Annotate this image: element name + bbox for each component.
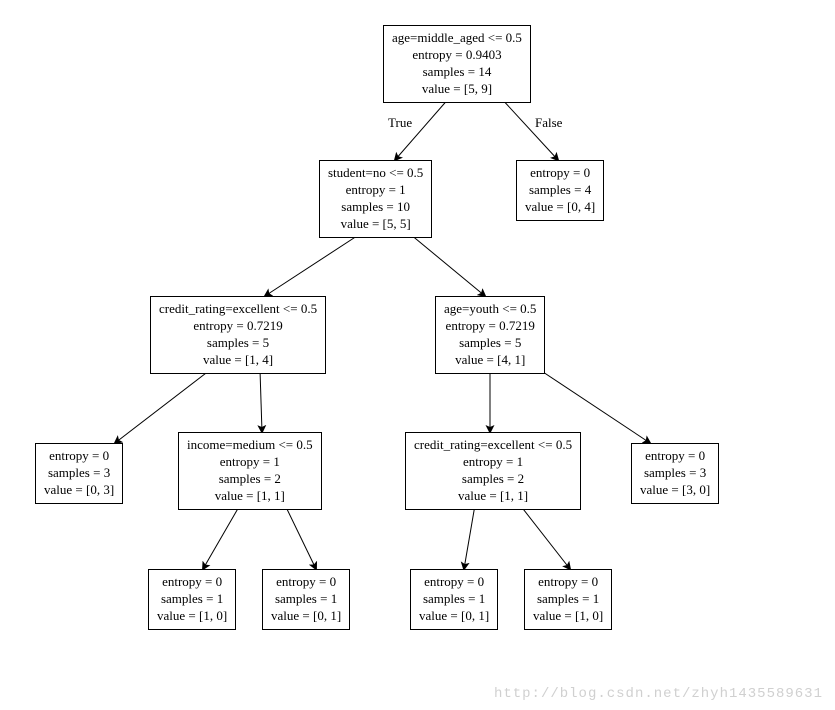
tree-leaf: entropy = 0 samples = 1 value = [1, 0] (524, 569, 612, 630)
node-entropy: entropy = 0 (271, 574, 341, 591)
node-value: value = [0, 4] (525, 199, 595, 216)
node-value: value = [4, 1] (444, 352, 536, 369)
edge-label-false: False (535, 115, 562, 131)
node-entropy: entropy = 1 (187, 454, 313, 471)
node-samples: samples = 5 (159, 335, 317, 352)
node-value: value = [1, 1] (414, 488, 572, 505)
node-value: value = [1, 0] (533, 608, 603, 625)
node-entropy: entropy = 0.7219 (159, 318, 317, 335)
node-entropy: entropy = 0 (525, 165, 595, 182)
node-samples: samples = 5 (444, 335, 536, 352)
node-samples: samples = 2 (414, 471, 572, 488)
tree-node: credit_rating=excellent <= 0.5 entropy =… (150, 296, 326, 374)
node-entropy: entropy = 0 (44, 448, 114, 465)
node-value: value = [1, 1] (187, 488, 313, 505)
edge-label-true: True (388, 115, 412, 131)
node-entropy: entropy = 0 (419, 574, 489, 591)
tree-node: student=no <= 0.5 entropy = 1 samples = … (319, 160, 432, 238)
node-condition: credit_rating=excellent <= 0.5 (414, 437, 572, 454)
node-entropy: entropy = 1 (414, 454, 572, 471)
tree-leaf: entropy = 0 samples = 4 value = [0, 4] (516, 160, 604, 221)
node-samples: samples = 2 (187, 471, 313, 488)
node-entropy: entropy = 0 (640, 448, 710, 465)
node-samples: samples = 14 (392, 64, 522, 81)
node-samples: samples = 10 (328, 199, 423, 216)
tree-node: income=medium <= 0.5 entropy = 1 samples… (178, 432, 322, 510)
tree-leaf: entropy = 0 samples = 3 value = [0, 3] (35, 443, 123, 504)
tree-leaf: entropy = 0 samples = 1 value = [0, 1] (410, 569, 498, 630)
tree-node: credit_rating=excellent <= 0.5 entropy =… (405, 432, 581, 510)
node-condition: age=middle_aged <= 0.5 (392, 30, 522, 47)
node-condition: student=no <= 0.5 (328, 165, 423, 182)
node-entropy: entropy = 0 (157, 574, 227, 591)
node-value: value = [0, 1] (419, 608, 489, 625)
node-entropy: entropy = 1 (328, 182, 423, 199)
tree-leaf: entropy = 0 samples = 3 value = [3, 0] (631, 443, 719, 504)
tree-node-root: age=middle_aged <= 0.5 entropy = 0.9403 … (383, 25, 531, 103)
node-samples: samples = 3 (640, 465, 710, 482)
node-samples: samples = 1 (533, 591, 603, 608)
node-value: value = [0, 1] (271, 608, 341, 625)
node-value: value = [1, 4] (159, 352, 317, 369)
tree-leaf: entropy = 0 samples = 1 value = [1, 0] (148, 569, 236, 630)
node-condition: age=youth <= 0.5 (444, 301, 536, 318)
node-samples: samples = 1 (271, 591, 341, 608)
node-samples: samples = 1 (157, 591, 227, 608)
node-entropy: entropy = 0.9403 (392, 47, 522, 64)
node-value: value = [0, 3] (44, 482, 114, 499)
node-entropy: entropy = 0 (533, 574, 603, 591)
node-value: value = [1, 0] (157, 608, 227, 625)
node-value: value = [5, 9] (392, 81, 522, 98)
tree-node: age=youth <= 0.5 entropy = 0.7219 sample… (435, 296, 545, 374)
tree-leaf: entropy = 0 samples = 1 value = [0, 1] (262, 569, 350, 630)
node-entropy: entropy = 0.7219 (444, 318, 536, 335)
node-value: value = [5, 5] (328, 216, 423, 233)
node-samples: samples = 4 (525, 182, 595, 199)
node-condition: income=medium <= 0.5 (187, 437, 313, 454)
node-value: value = [3, 0] (640, 482, 710, 499)
watermark-text: http://blog.csdn.net/zhyh1435589631 (494, 686, 823, 702)
node-samples: samples = 3 (44, 465, 114, 482)
node-condition: credit_rating=excellent <= 0.5 (159, 301, 317, 318)
node-samples: samples = 1 (419, 591, 489, 608)
